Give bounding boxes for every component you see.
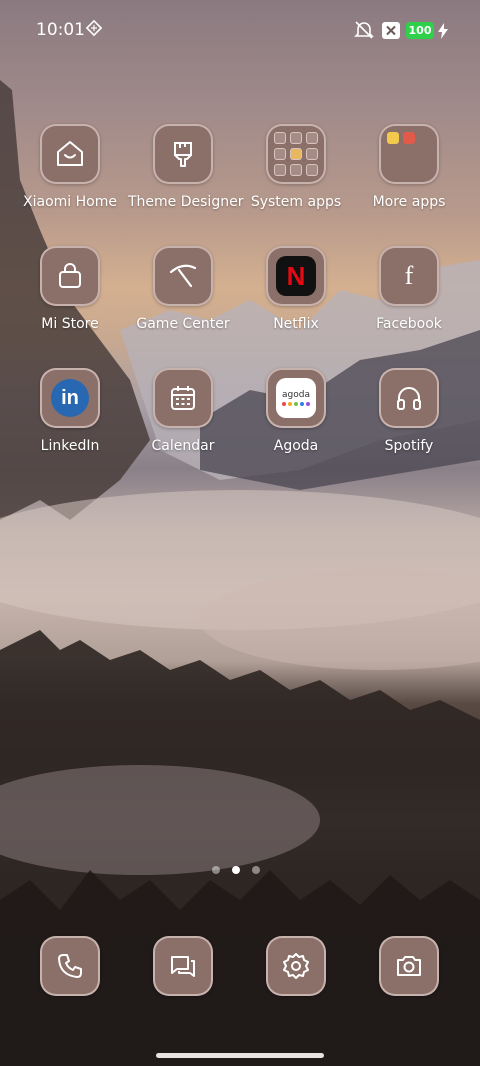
app-label: LinkedIn bbox=[40, 438, 100, 454]
battery-level: 100 bbox=[406, 22, 434, 39]
agoda-logo: agoda bbox=[276, 378, 316, 418]
app-label: Mi Store bbox=[41, 316, 99, 332]
folder-more-apps[interactable]: More apps bbox=[354, 124, 464, 210]
charging-icon bbox=[438, 23, 448, 43]
status-bar: 10:01 100 bbox=[0, 0, 480, 62]
app-agoda[interactable]: agoda Agoda bbox=[241, 368, 351, 454]
page-dot[interactable] bbox=[212, 866, 220, 874]
app-label: More apps bbox=[372, 194, 446, 210]
status-time: 10:01 bbox=[36, 20, 85, 40]
shopping-bag-icon[interactable] bbox=[40, 246, 100, 306]
app-xiaomi-home[interactable]: Xiaomi Home bbox=[15, 124, 125, 210]
nfc-icon bbox=[85, 19, 103, 42]
app-calendar[interactable]: Calendar bbox=[128, 368, 238, 454]
page-indicator[interactable] bbox=[212, 866, 260, 874]
mini-app-icon bbox=[387, 132, 399, 144]
linkedin-logo: in bbox=[51, 379, 89, 417]
app-label: Netflix bbox=[273, 316, 319, 332]
app-label: Calendar bbox=[151, 438, 215, 454]
app-label: Facebook bbox=[376, 316, 442, 332]
brush-icon[interactable] bbox=[153, 124, 213, 184]
dock-phone[interactable] bbox=[15, 936, 125, 996]
dock-settings[interactable] bbox=[241, 936, 351, 996]
agoda-logo-text: agoda bbox=[282, 390, 310, 400]
settings-icon[interactable] bbox=[266, 936, 326, 996]
headphones-icon[interactable] bbox=[379, 368, 439, 428]
xiaomi-home-icon[interactable] bbox=[40, 124, 100, 184]
dock-camera[interactable] bbox=[354, 936, 464, 996]
app-label: Theme Designer bbox=[128, 194, 244, 210]
mini-app-icon bbox=[403, 132, 415, 144]
dock-messages[interactable] bbox=[128, 936, 238, 996]
app-mi-store[interactable]: Mi Store bbox=[15, 246, 125, 332]
app-label: Spotify bbox=[384, 438, 434, 454]
app-game-center[interactable]: Game Center bbox=[128, 246, 238, 332]
facebook-logo: f bbox=[404, 261, 414, 290]
app-netflix[interactable]: N Netflix bbox=[241, 246, 351, 332]
no-sim-icon bbox=[382, 22, 400, 43]
app-label: Game Center bbox=[136, 316, 230, 332]
page-dot[interactable] bbox=[252, 866, 260, 874]
calendar-icon[interactable] bbox=[153, 368, 213, 428]
linkedin-icon[interactable]: in bbox=[40, 368, 100, 428]
app-linkedin[interactable]: in LinkedIn bbox=[15, 368, 125, 454]
agoda-icon[interactable]: agoda bbox=[266, 368, 326, 428]
gesture-home-bar[interactable] bbox=[156, 1053, 324, 1058]
page-dot-active[interactable] bbox=[232, 866, 240, 874]
app-facebook[interactable]: f Facebook bbox=[354, 246, 464, 332]
game-center-icon[interactable] bbox=[153, 246, 213, 306]
app-spotify[interactable]: Spotify bbox=[354, 368, 464, 454]
netflix-logo: N bbox=[276, 256, 316, 296]
folder-system-apps[interactable]: System apps bbox=[241, 124, 351, 210]
netflix-icon[interactable]: N bbox=[266, 246, 326, 306]
phone-icon[interactable] bbox=[40, 936, 100, 996]
app-label: Agoda bbox=[273, 438, 319, 454]
camera-icon[interactable] bbox=[379, 936, 439, 996]
vibrate-icon bbox=[354, 20, 374, 44]
app-label: Xiaomi Home bbox=[23, 194, 117, 210]
facebook-icon[interactable]: f bbox=[379, 246, 439, 306]
app-label: System apps bbox=[250, 194, 342, 210]
folder-icon[interactable] bbox=[266, 124, 326, 184]
app-theme-designer[interactable]: Theme Designer bbox=[128, 124, 244, 210]
messages-icon[interactable] bbox=[153, 936, 213, 996]
folder-icon[interactable] bbox=[379, 124, 439, 184]
